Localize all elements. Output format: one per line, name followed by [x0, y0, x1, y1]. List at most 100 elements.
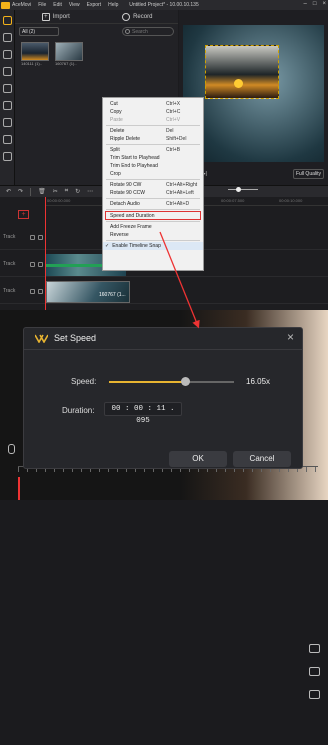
menu-edit[interactable]: Edit	[53, 2, 62, 8]
menu-item-shortcut: Ctrl+X	[166, 101, 181, 107]
menu-item-label: Trim End to Playhead	[110, 163, 158, 169]
track-label: Track	[3, 234, 16, 240]
transitions-icon[interactable]	[2, 101, 12, 110]
record-button[interactable]: Record	[97, 12, 179, 21]
screenshot-icon[interactable]	[308, 667, 320, 676]
ok-button[interactable]: OK	[169, 451, 227, 467]
menu-item-trim-start[interactable]: Trim Start to Playhead	[103, 154, 203, 162]
crop-icon[interactable]: ⌗	[65, 188, 68, 195]
media-search-input[interactable]: Search	[122, 27, 174, 36]
lock-icon[interactable]	[38, 235, 43, 240]
menu-item-label: Trim Start to Playhead	[110, 155, 160, 161]
menu-item-enable-timeline-snap[interactable]: ✓ Enable Timeline Snap	[103, 242, 203, 250]
playhead-lower[interactable]	[18, 477, 20, 500]
add-track-button[interactable]: +	[18, 210, 29, 219]
menu-item-reverse[interactable]: Reverse	[103, 231, 203, 239]
menu-item-shortcut: Del	[166, 128, 174, 134]
menu-item-speed-and-duration[interactable]: Speed and Duration	[105, 211, 201, 220]
set-speed-dialog: Set Speed × Speed: 16.05x Duration: 00 :…	[23, 327, 303, 469]
menu-separator	[106, 240, 200, 241]
menu-export[interactable]: Export	[87, 2, 101, 8]
lock-icon[interactable]	[38, 262, 43, 267]
close-icon[interactable]: ×	[322, 1, 326, 7]
close-icon[interactable]: ×	[287, 330, 294, 344]
effects-icon[interactable]	[2, 118, 12, 127]
timeline-zoom-slider[interactable]	[228, 189, 258, 190]
redo-icon[interactable]: ↷	[18, 188, 23, 195]
menu-help[interactable]: Help	[108, 2, 118, 8]
menu-item-label: Add Freeze Frame	[110, 224, 152, 230]
menu-item-rotate-cw[interactable]: Rotate 90 CW Ctrl+Alt+Right	[103, 181, 203, 189]
menu-item-shortcut: Shift+Del	[166, 136, 187, 142]
plus-icon: +	[41, 12, 50, 21]
eye-icon[interactable]	[30, 235, 35, 240]
media-filter-select[interactable]: All (2)	[19, 27, 59, 36]
maximize-icon[interactable]: □	[313, 1, 317, 7]
media-item-name: 160767 (1)..	[55, 61, 77, 66]
cut-icon[interactable]: ✂	[53, 188, 58, 195]
text-icon[interactable]	[2, 67, 12, 76]
menu-item-label: Rotate 90 CCW	[110, 190, 146, 196]
rotate-icon[interactable]: ↻	[75, 188, 80, 195]
menu-item-shortcut: Ctrl+C	[166, 109, 181, 115]
menu-item-cut[interactable]: Cut Ctrl+X	[103, 100, 203, 108]
fullscreen-icon[interactable]	[308, 644, 320, 653]
menu-item-rotate-ccw[interactable]: Rotate 90 CCW Ctrl+Alt+Left	[103, 189, 203, 197]
sun-graphic	[234, 79, 243, 88]
delete-icon[interactable]: 🗑	[38, 188, 46, 195]
menu-item-detach-audio[interactable]: Detach Audio Ctrl+Alt+D	[103, 200, 203, 208]
media-item[interactable]: 140111 (1)..	[21, 42, 49, 66]
speed-slider-knob[interactable]	[181, 377, 191, 386]
media-item-name: 140111 (1)..	[21, 61, 42, 66]
menu-item-delete[interactable]: Delete Del	[103, 127, 203, 135]
duration-label: Duration:	[62, 406, 95, 415]
menu-item-copy[interactable]: Copy Ctrl+C	[103, 108, 203, 116]
music-icon[interactable]	[2, 50, 12, 59]
search-placeholder: Search	[132, 29, 148, 35]
speed-slider-fill	[109, 381, 186, 383]
quality-select[interactable]: Full Quality	[292, 169, 324, 179]
playhead[interactable]	[45, 197, 46, 310]
menu-item-add-freeze-frame[interactable]: Add Freeze Frame	[103, 223, 203, 231]
timeline-clip-selected[interactable]: 160767 (1...	[46, 281, 130, 303]
media-item[interactable]: 160767 (1)..	[55, 42, 83, 66]
menu-separator	[106, 221, 200, 222]
menu-item-label: Split	[110, 147, 120, 153]
menu-view[interactable]: View	[69, 2, 80, 8]
menu-file[interactable]: File	[38, 2, 46, 8]
overlay-clip-image[interactable]	[205, 45, 279, 99]
menu-item-shortcut: Ctrl+Alt+D	[166, 201, 190, 207]
window-title: Untitled Project* - 10.00.10.135	[129, 2, 199, 8]
media-folder-icon[interactable]	[2, 16, 12, 25]
menu-item-trim-end[interactable]: Trim End to Playhead	[103, 162, 203, 170]
layers-icon[interactable]	[2, 33, 12, 42]
dialog-divider	[24, 349, 302, 350]
lock-icon[interactable]	[38, 289, 43, 294]
minimize-icon[interactable]: –	[304, 1, 307, 7]
more-icon[interactable]: ⋯	[87, 188, 93, 195]
menu-item-shortcut: Ctrl+B	[166, 147, 181, 153]
eye-icon[interactable]	[30, 289, 35, 294]
speed-slider[interactable]	[109, 377, 234, 386]
sticker-icon[interactable]	[2, 135, 12, 144]
clip-name: 160767 (1...	[99, 292, 126, 298]
menu-item-label: Detach Audio	[110, 201, 140, 207]
import-button[interactable]: + Import	[15, 12, 97, 21]
menu-item-shortcut: Ctrl+V	[166, 117, 181, 123]
split-screen-icon[interactable]	[2, 152, 12, 161]
camera-icon[interactable]	[308, 690, 320, 699]
menu-item-ripple-delete[interactable]: Ripple Delete Shift+Del	[103, 135, 203, 143]
duration-input[interactable]: 00 : 00 : 11 . 095	[104, 402, 182, 425]
undo-icon[interactable]: ↶	[6, 188, 11, 195]
import-label: Import	[52, 13, 70, 20]
cancel-button[interactable]: Cancel	[233, 451, 291, 467]
menu-item-crop[interactable]: Crop	[103, 170, 203, 178]
filters-icon[interactable]	[2, 84, 12, 93]
preview-side-tools	[300, 630, 328, 745]
menu-item-split[interactable]: Split Ctrl+B	[103, 146, 203, 154]
preview-canvas[interactable]	[183, 25, 324, 162]
speed-label: Speed:	[71, 377, 97, 386]
eye-icon[interactable]	[30, 262, 35, 267]
zoom-slider-knob[interactable]	[236, 187, 241, 192]
record-label: Record	[133, 13, 153, 20]
